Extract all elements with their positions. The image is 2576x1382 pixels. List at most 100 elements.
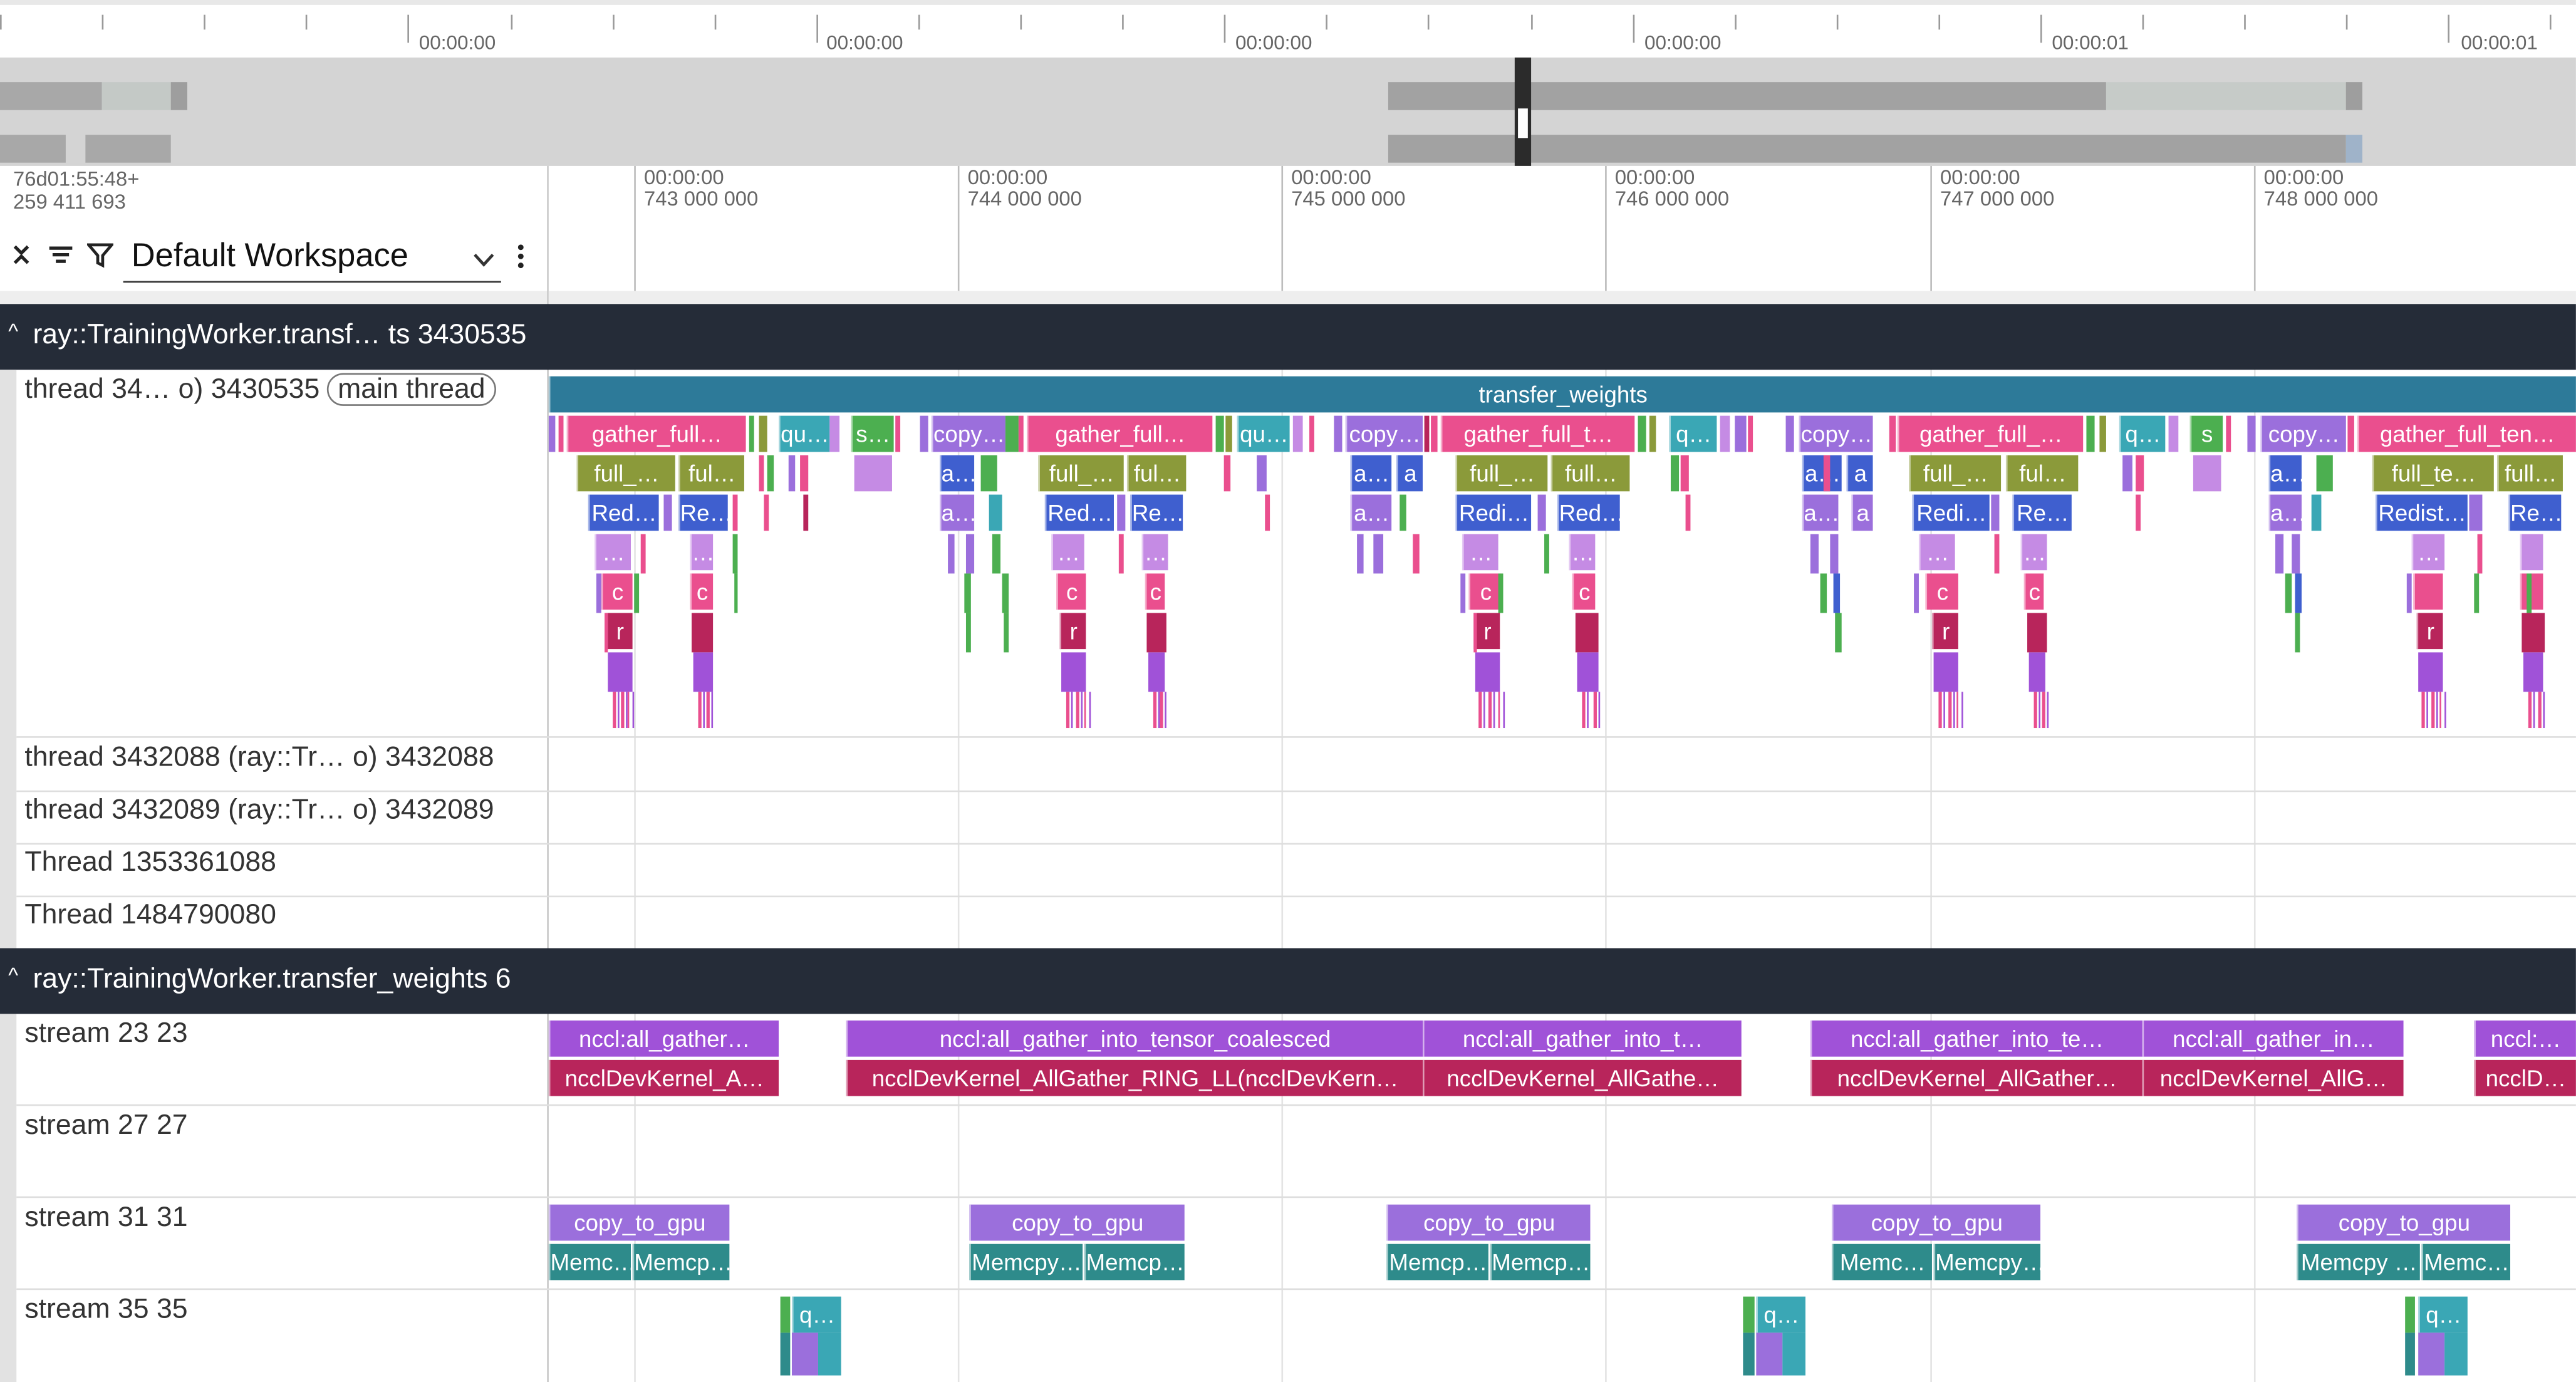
trace-slice-sliver[interactable] <box>1215 415 1224 452</box>
track-label[interactable]: thread 3432089 (ray::Tr… o) 3432089 <box>24 794 494 826</box>
trace-slice[interactable]: Re… <box>678 494 728 531</box>
trace-slice-sliver[interactable] <box>1431 415 1438 452</box>
trace-slice-sliver[interactable] <box>764 494 769 531</box>
trace-slice-sliver[interactable] <box>2047 692 2049 729</box>
trace-slice-sliver[interactable] <box>698 692 702 729</box>
trace-slice-sliver[interactable] <box>2538 692 2542 729</box>
trace-slice[interactable]: … <box>690 534 714 571</box>
trace-slice[interactable]: ncclDevKernel_AllG… <box>2142 1059 2404 1096</box>
trace-slice-sliver[interactable] <box>1160 692 1163 729</box>
trace-slice-sliver[interactable] <box>2316 455 2333 492</box>
trace-slice-sliver[interactable] <box>692 613 714 653</box>
trace-slice-sliver[interactable] <box>749 415 754 452</box>
trace-slice[interactable]: a <box>1846 455 1873 492</box>
trace-slice-sliver[interactable] <box>634 573 640 613</box>
trace-slice-sliver[interactable] <box>1889 415 1896 452</box>
trace-slice-sliver[interactable] <box>2295 613 2300 653</box>
trace-slice-sliver[interactable] <box>2521 613 2545 653</box>
trace-slice[interactable]: copy_to_gpu <box>1386 1204 1591 1241</box>
trace-slice-sliver[interactable] <box>2474 573 2480 613</box>
trace-slice-sliver[interactable] <box>1587 692 1589 729</box>
trace-slice-sliver[interactable] <box>1503 692 1505 729</box>
trace-slice[interactable]: c <box>690 573 714 610</box>
trace-slice-sliver[interactable] <box>1735 415 1747 452</box>
trace-slice-sliver[interactable] <box>1498 692 1500 729</box>
trace-slice-sliver[interactable] <box>2426 692 2428 729</box>
trace-slice-sliver[interactable] <box>2431 692 2435 729</box>
trace-slice-sliver[interactable] <box>1309 415 1314 452</box>
trace-slice-sliver[interactable] <box>2439 692 2441 729</box>
trace-slice-sliver[interactable] <box>948 534 955 574</box>
trace-slice-sliver[interactable] <box>1018 415 1024 452</box>
trace-slice[interactable]: copy_to_gpu <box>548 1204 730 1241</box>
trace-slice[interactable]: Redi… <box>1455 494 1532 531</box>
trace-slice[interactable]: … <box>1051 534 1084 571</box>
trace-slice-sliver[interactable] <box>800 455 809 492</box>
trace-slice-sliver[interactable] <box>854 455 892 492</box>
trace-slice-sliver[interactable] <box>1544 534 1549 574</box>
trace-slice-sliver[interactable] <box>2533 692 2535 729</box>
track-label-main-thread[interactable]: thread 34… o) 3430535 main thread <box>24 373 497 406</box>
trace-slice[interactable]: … <box>1918 534 1955 571</box>
trace-slice-sliver[interactable] <box>2295 573 2302 613</box>
trace-slice[interactable]: full… <box>1550 455 1630 492</box>
trace-slice-sliver[interactable] <box>711 692 714 729</box>
trace-slice[interactable]: a… <box>2268 494 2302 531</box>
trace-slice-sliver[interactable] <box>732 494 738 531</box>
trace-slice[interactable]: ful… <box>678 455 744 492</box>
trace-slice-sliver[interactable] <box>608 652 633 692</box>
trace-slice[interactable]: c <box>1468 573 1502 610</box>
trace-slice[interactable]: gather_full… <box>1027 415 1213 452</box>
trace-slice[interactable]: copy… <box>931 415 1005 452</box>
trace-slice[interactable]: a <box>1851 494 1873 531</box>
trace-slice[interactable]: a… <box>1350 455 1392 492</box>
trace-slice-sliver[interactable] <box>1577 652 1599 692</box>
trace-slice-sliver[interactable] <box>2421 692 2425 729</box>
trace-slice[interactable]: nccl:all_gather_into_tensor_coalesced <box>846 1020 1423 1057</box>
process-group-header[interactable]: ^ ray::TrainingWorker.transf… ts 3430535 <box>0 304 2576 370</box>
trace-slice-sliver[interactable] <box>706 692 710 729</box>
trace-slice-sliver[interactable] <box>1373 534 1384 574</box>
trace-slice-sliver[interactable] <box>1002 573 1009 613</box>
trace-slice-sliver[interactable] <box>780 1333 791 1376</box>
trace-slice-sliver[interactable] <box>1257 455 1267 492</box>
trace-slice-sliver[interactable] <box>605 613 608 653</box>
trace-slice-sliver[interactable] <box>1223 455 1231 492</box>
trace-slice[interactable]: Red… <box>588 494 659 531</box>
trace-slice-sliver[interactable] <box>965 613 971 653</box>
trace-slice-sliver[interactable] <box>1118 534 1124 574</box>
trace-slice-sliver[interactable] <box>2275 534 2284 574</box>
trace-slice-sliver[interactable] <box>1061 652 1086 692</box>
trace-slice[interactable] <box>2413 573 2443 610</box>
trace-slice-sliver[interactable] <box>759 455 764 492</box>
trace-slice-sliver[interactable] <box>895 415 901 452</box>
trace-slice[interactable]: nccl:… <box>2474 1020 2576 1057</box>
trace-slice-sliver[interactable] <box>964 573 971 613</box>
trace-slice-sliver[interactable] <box>1830 534 1839 574</box>
trace-slice-sliver[interactable] <box>1153 692 1157 729</box>
trace-slice[interactable]: full_… <box>1909 455 2002 492</box>
trace-slice-sliver[interactable] <box>2347 415 2354 452</box>
trace-slice[interactable]: ful… <box>1126 455 1187 492</box>
trace-slice[interactable]: Red… <box>1557 494 1620 531</box>
trace-slice[interactable]: ful… <box>2005 455 2079 492</box>
trace-slice-sliver[interactable] <box>2477 534 2483 574</box>
timeline-overview[interactable]: 00:00:00 00:00:00 00:00:00 00:00:00 00:0… <box>0 0 2576 166</box>
trace-slice-sliver[interactable] <box>663 494 672 531</box>
trace-slice-sliver[interactable] <box>1933 652 1958 692</box>
trace-slice-sliver[interactable] <box>1956 692 1958 729</box>
trace-slice[interactable]: Memcpy … <box>2297 1244 2420 1281</box>
trace-slice-sliver[interactable] <box>791 1333 818 1376</box>
trace-slice[interactable]: full_… <box>1455 455 1548 492</box>
trace-slice-sliver[interactable] <box>992 534 1001 574</box>
trace-slice[interactable]: c <box>1572 573 1596 610</box>
trace-slice-sliver[interactable] <box>618 692 620 729</box>
trace-slice[interactable]: qu… <box>779 415 830 452</box>
trace-slice-sliver[interactable] <box>558 415 564 452</box>
trace-slice-sliver[interactable] <box>1225 415 1232 452</box>
trace-slice-sliver[interactable] <box>1598 692 1601 729</box>
trace-slice[interactable]: q… <box>2119 415 2166 452</box>
trace-slice-sliver[interactable] <box>1810 534 1819 574</box>
trace-slice[interactable]: … <box>2020 534 2047 571</box>
trace-slice-sliver[interactable] <box>621 692 625 729</box>
